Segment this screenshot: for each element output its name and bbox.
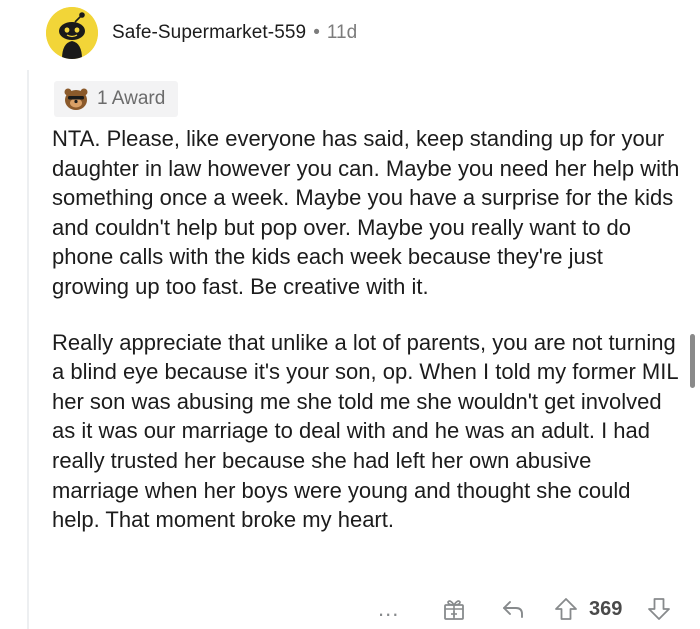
- meta-separator: •: [313, 22, 320, 43]
- gift-award-button[interactable]: [441, 596, 467, 622]
- gift-award-icon: [444, 600, 464, 620]
- vote-score: 369: [589, 598, 623, 620]
- scrollbar[interactable]: [690, 334, 695, 388]
- comment-age[interactable]: 11d: [327, 22, 357, 44]
- upvote-icon: [555, 598, 577, 620]
- award-icon: [64, 88, 88, 110]
- award-label: 1 Award: [97, 88, 166, 109]
- downvote-icon: [648, 598, 670, 620]
- thread-line[interactable]: [27, 70, 29, 629]
- downvote-button[interactable]: [646, 596, 672, 622]
- award-badge[interactable]: 1 Award: [54, 81, 179, 117]
- reply-button[interactable]: [500, 596, 526, 622]
- comment-body: NTA. Please, like everyone has said, kee…: [52, 124, 682, 535]
- author-username[interactable]: Safe-Supermarket-559: [112, 22, 306, 44]
- upvote-button[interactable]: [553, 596, 579, 622]
- comment-actions: ... 369: [0, 596, 700, 624]
- snoo-avatar-icon: [46, 7, 98, 59]
- comment-header: Safe-Supermarket-559 • 11d: [112, 22, 357, 44]
- comment-paragraph-1: NTA. Please, like everyone has said, kee…: [52, 126, 680, 299]
- avatar[interactable]: [46, 7, 98, 59]
- reply-icon: [503, 601, 523, 618]
- more-options-button[interactable]: ...: [378, 596, 399, 622]
- comment-paragraph-2: Really appreciate that unlike a lot of p…: [52, 329, 678, 533]
